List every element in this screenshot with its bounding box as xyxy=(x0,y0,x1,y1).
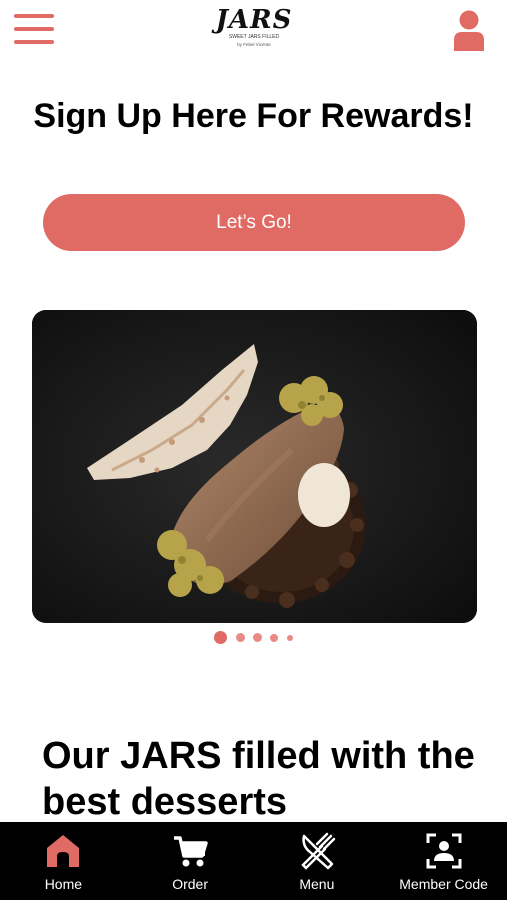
menu-bar xyxy=(14,14,54,18)
tab-menu[interactable]: Menu xyxy=(254,822,381,900)
tab-label: Menu xyxy=(299,876,335,892)
home-icon xyxy=(47,835,80,867)
cannoli-dessert-photo xyxy=(32,310,477,623)
tab-label: Order xyxy=(172,876,209,892)
carousel-dot[interactable] xyxy=(270,633,279,642)
menu-bar xyxy=(14,40,54,44)
cart-icon xyxy=(174,836,208,867)
tab-home[interactable]: Home xyxy=(0,822,127,900)
logo-tagline: SWEET JARS FILLED xyxy=(228,34,280,40)
section-heading: Our JARS filled with the best desserts xyxy=(42,735,475,823)
tab-order[interactable]: Order xyxy=(127,822,254,900)
carousel-pagination xyxy=(0,629,507,645)
menu-bar xyxy=(14,27,54,31)
app-header: JARS SWEET JARS FILLED by Febel Vicente xyxy=(0,0,507,62)
carousel-dot-active[interactable] xyxy=(214,631,228,645)
tab-label: Home xyxy=(44,876,83,892)
carousel-dot[interactable] xyxy=(253,633,262,643)
logo-wordmark: JARS xyxy=(215,5,293,35)
tab-member-code[interactable]: Member Code xyxy=(380,822,507,900)
lets-go-button[interactable]: Let’s Go! xyxy=(43,194,465,251)
dessert-photo-carousel[interactable] xyxy=(32,310,477,623)
user-profile-icon[interactable] xyxy=(452,9,486,51)
hamburger-menu-icon[interactable] xyxy=(14,13,56,47)
brand-logo[interactable]: JARS SWEET JARS FILLED by Febel Vicente xyxy=(204,6,304,54)
scan-member-icon xyxy=(426,833,462,869)
tab-label: Member Code xyxy=(399,876,488,892)
fork-knife-icon xyxy=(301,832,336,870)
carousel-dot[interactable] xyxy=(286,634,293,641)
logo-byline: by Febel Vicente xyxy=(237,42,271,47)
bottom-tab-bar: Home Order Menu Member Code xyxy=(0,822,507,900)
signup-title: Sign Up Here For Rewards! xyxy=(33,97,474,135)
carousel-dot[interactable] xyxy=(235,633,245,643)
